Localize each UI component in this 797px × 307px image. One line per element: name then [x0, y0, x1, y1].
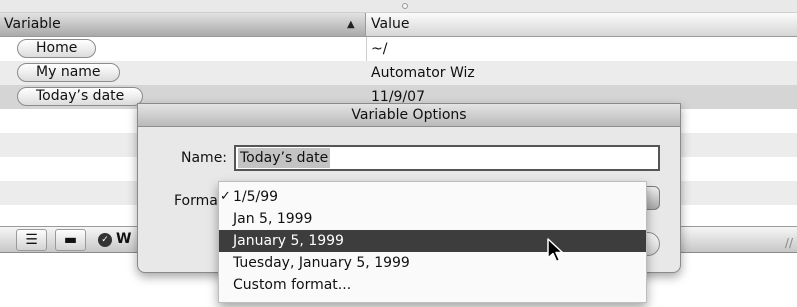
variable-token[interactable]: My name: [17, 63, 120, 82]
column-header-variable[interactable]: Variable ▲: [0, 13, 366, 36]
sort-ascending-icon: ▲: [347, 19, 355, 30]
resize-grip-icon[interactable]: //: [785, 236, 793, 250]
name-label: Name:: [181, 150, 228, 166]
check-circle-icon[interactable]: ✓: [98, 233, 112, 247]
variable-token[interactable]: Today’s date: [17, 87, 144, 106]
checkmark-icon: ✓: [220, 189, 231, 204]
menu-item-custom-format[interactable]: Custom format...: [219, 274, 646, 296]
variable-token[interactable]: Home: [17, 39, 97, 58]
variable-value: ~/: [371, 41, 388, 57]
menu-item-format-long[interactable]: January 5, 1999: [219, 230, 646, 252]
grip-dot-icon: [402, 3, 408, 9]
menu-item-format-abbrev[interactable]: Jan 5, 1999: [219, 208, 646, 230]
compact-view-button[interactable]: ▬: [55, 229, 86, 251]
variable-value: Automator Wiz: [371, 65, 475, 81]
table-header: Variable ▲ Value: [0, 13, 797, 37]
format-label: Format: [174, 193, 224, 209]
menu-item-format-short[interactable]: ✓ 1/5/99: [219, 186, 646, 208]
compact-view-icon: ▬: [63, 232, 78, 248]
list-view-button[interactable]: ☰: [16, 229, 47, 251]
name-field-value[interactable]: Today’s date: [238, 148, 331, 168]
list-view-icon: ☰: [25, 232, 38, 248]
toolbar-label: W: [116, 231, 132, 247]
menu-item-format-full[interactable]: Tuesday, January 5, 1999: [219, 252, 646, 274]
panel-resize-handle[interactable]: [0, 0, 797, 13]
table-row[interactable]: Home ~/: [0, 37, 797, 61]
dialog-title: Variable Options: [138, 104, 680, 127]
column-header-value[interactable]: Value: [367, 13, 797, 36]
format-dropdown-menu: ✓ 1/5/99 Jan 5, 1999 January 5, 1999 Tue…: [218, 181, 647, 303]
table-row[interactable]: My name Automator Wiz: [0, 61, 797, 85]
mouse-cursor-icon: [547, 238, 564, 263]
